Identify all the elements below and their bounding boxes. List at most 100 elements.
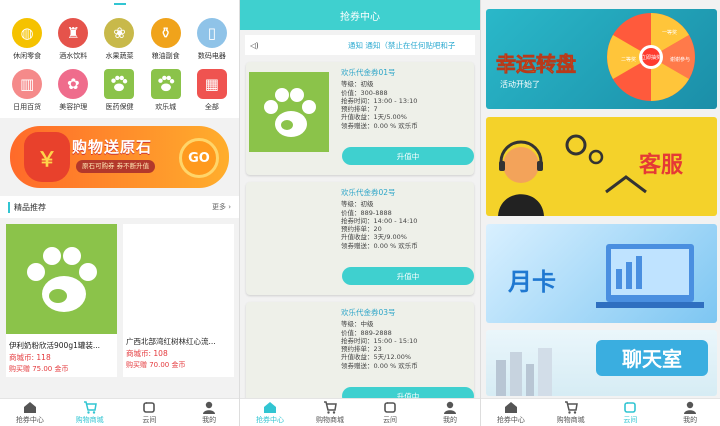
wheel-center-text: 立即抽奖 [641,54,661,61]
promo-title: 购物送原石 [72,138,153,156]
tab-label: 我的 [683,415,698,424]
home-icon [504,401,517,413]
recommend-header: 精品推荐 更多 › [0,196,239,218]
coupon-bonus: 领券赠送：0.00 % 欢乐币 [341,121,418,130]
tab-mine[interactable]: 我的 [660,399,720,426]
wheel-segment-text: 谢谢参与 [670,56,690,63]
category-daily[interactable]: ▥ 日用百货 [4,69,50,112]
home-icon [264,401,276,413]
promo-banner[interactable]: ￥ 购物送原石 原石可购券 券不断升值 GO [10,126,229,188]
coupon-card: 欢乐代金券02号 等级：初级 价值：889-1888 抢券时间：14:00 - … [246,182,474,295]
banner-title: 幸运转盘 [496,52,576,76]
refresh-icon [384,401,396,413]
customer-service-banner[interactable]: 客服 [486,117,717,216]
bottom-nav: 抢券中心 购物商城 云间 我的 [0,398,239,426]
bottom-nav: 抢券中心 购物商城 云间 我的 [240,398,480,426]
category-label: 医药保健 [105,103,134,111]
category-drinks[interactable]: ♜ 酒水饮料 [50,18,96,61]
tab-mine[interactable]: 我的 [420,399,480,426]
cart-icon [83,400,97,414]
notice-text: 通知 通知（禁止在任何贴吧和子 [348,40,456,50]
customer-service-graphic: 客服 [498,134,684,216]
product-card[interactable]: 广西北部湾红树林红心流... 商城币: 108 购买赠 70.00 金币 [123,224,234,377]
category-digital[interactable]: ▯ 数码电器 [189,18,235,61]
tab-cloud[interactable]: 云间 [360,399,420,426]
category-label: 粮油副食 [151,52,180,60]
tab-label: 云间 [142,415,157,424]
coupon-time: 抢券时间：15:00 - 15:10 [341,336,418,345]
chat-room-graphic: 聊天室 [496,340,708,396]
category-grain-oil[interactable]: ⚱ 粮油副食 [143,18,189,61]
go-button[interactable]: GO [179,138,219,178]
speaker-icon: ◁) [250,40,259,50]
product-price: 商城币: 108 [126,349,168,358]
coupon-return: 升值收益：1天/5.00% [341,113,407,122]
tab-cloud[interactable]: 云间 [120,399,180,426]
money-bag-icon: ￥ [24,132,70,182]
paw-icon [249,72,329,152]
appreciating-button[interactable]: 升值中 [342,267,474,285]
coupon-info: 欢乐代金券01号 等级：初级 价值：300-888 抢券时间：13:00 - 1… [341,68,418,130]
banner-title: 聊天室 [622,347,682,371]
monthly-card-banner[interactable]: 月卡 [486,224,717,323]
coupon-name: 欢乐代金券03号 [341,308,396,317]
product-image [6,224,117,334]
refresh-icon [624,401,637,413]
category-label: 日用百货 [13,103,42,111]
beauty-icon: ✿ [58,69,89,99]
category-label: 水果蔬菜 [105,52,134,60]
category-all[interactable]: ▦ 全部 [189,69,235,112]
appreciating-button[interactable]: 升值中 [342,147,474,165]
product-name: 广西北部湾红树林红心流... [126,337,216,346]
category-medicine[interactable]: 医药保健 [96,69,142,112]
tab-shopping-mall[interactable]: 购物商城 [300,399,360,426]
coupon-return: 升值收益：5天/12.00% [341,353,412,362]
wheel-segment-text: 二等奖 [621,56,636,63]
tab-mine[interactable]: 我的 [179,399,239,426]
category-fruit[interactable]: ❀ 水果蔬菜 [96,18,142,61]
category-snack[interactable]: ◍ 休闲零食 [4,18,50,61]
product-image [123,224,234,334]
coupon-return: 升值收益：3天/9.00% [341,233,407,242]
more-label: 更多 [211,203,226,211]
page-title: 抢券中心 [240,0,480,30]
tab-shopping-mall[interactable]: 购物商城 [60,399,120,426]
tab-coupon-center[interactable]: 抢券中心 [240,399,300,426]
category-beauty[interactable]: ✿ 美容护理 [50,69,96,112]
cart-icon [564,400,578,414]
category-happy-city[interactable]: 欢乐城 [143,69,189,112]
coupon-center-screen: 抢券中心 ◁) 通知 通知（禁止在任何贴吧和子 欢乐代金券01号 等级：初级 价… [239,0,481,426]
tab-shopping-mall[interactable]: 购物商城 [541,399,601,426]
tab-label: 购物商城 [75,415,104,424]
user-icon [684,401,697,414]
tab-cloud[interactable]: 云间 [601,399,661,426]
home-icon [23,401,36,413]
category-label: 欢乐城 [155,103,177,111]
coupon-bonus: 领券赠送：0.00 % 欢乐币 [341,361,418,370]
tab-coupon-center[interactable]: 抢券中心 [481,399,541,426]
more-link[interactable]: 更多 › [212,202,231,212]
category-label: 数码电器 [197,52,226,60]
snack-icon: ◍ [12,18,43,48]
chat-room-banner[interactable]: 聊天室 [486,330,717,396]
product-list: 伊利奶粉欣活900g1罐装... 商城币: 118 购买赠 75.00 金币 广… [0,218,239,377]
wine-icon: ♜ [58,18,89,48]
coupon-value: 价值：889-2888 [341,328,392,337]
lucky-wheel-banner[interactable]: 立即抽奖 一等奖 谢谢参与 二等奖 幸运转盘 活动开始了 [486,9,717,109]
tab-coupon-center[interactable]: 抢券中心 [0,399,60,426]
category-label: 美容护理 [59,103,88,111]
coupon-time: 抢券时间：13:00 - 13:10 [341,96,418,105]
notice-bar[interactable]: ◁) 通知 通知（禁止在任何贴吧和子 [245,35,475,55]
tab-label: 抢券中心 [15,415,44,424]
banner-title: 月卡 [507,268,556,296]
product-card[interactable]: 伊利奶粉欣活900g1罐装... 商城币: 118 购买赠 75.00 金币 [6,224,117,377]
paw-icon [150,69,181,99]
coupon-card: 欢乐代金券01号 等级：初级 价值：300-888 抢券时间：13:00 - 1… [246,62,474,175]
coupon-value: 价值：300-888 [341,88,388,97]
category-label: 酒水饮料 [59,52,88,60]
tab-label: 云间 [623,415,638,424]
medicine-icon [104,69,135,99]
banner-subtitle: 活动开始了 [500,79,540,89]
cloud-screen: 立即抽奖 一等奖 谢谢参与 二等奖 幸运转盘 活动开始了 客服 月卡 聊天室 抢… [481,0,720,426]
refresh-icon [143,401,156,413]
